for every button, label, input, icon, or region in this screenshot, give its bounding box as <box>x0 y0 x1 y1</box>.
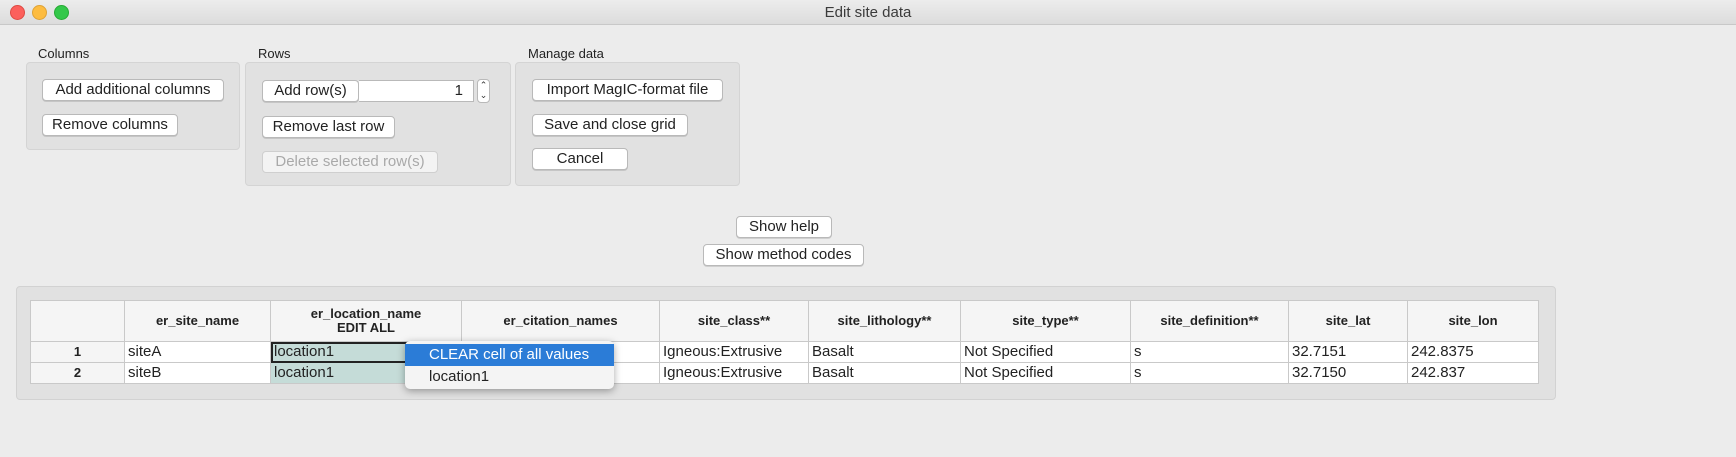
column-header-text: er_site_name <box>155 313 240 328</box>
grid-cell[interactable]: Basalt <box>808 341 961 363</box>
column-header-text: site_type** <box>1012 313 1079 328</box>
menu-item-location1[interactable]: location1 <box>405 366 614 388</box>
grid-cell[interactable]: 242.8375 <box>1407 341 1539 363</box>
grid-header-row: er_site_name er_location_name EDIT ALL er… <box>30 300 1539 342</box>
column-header-text: site_class** <box>697 313 771 328</box>
column-header-site-class[interactable]: site_class** <box>659 300 809 342</box>
column-header-site-lon[interactable]: site_lon <box>1407 300 1539 342</box>
column-header-er-site-name[interactable]: er_site_name <box>124 300 271 342</box>
grid-cell[interactable]: siteA <box>124 341 271 363</box>
stepper-down-icon[interactable]: ⌄ <box>478 90 489 100</box>
row-count-stepper[interactable]: ⌃ ⌄ <box>477 79 490 103</box>
save-and-close-button[interactable]: Save and close grid <box>532 114 688 136</box>
grid-cell[interactable]: Igneous:Extrusive <box>659 362 809 384</box>
column-header-text: site_lat <box>1325 313 1371 328</box>
stepper-up-icon[interactable]: ⌃ <box>478 80 489 90</box>
table-row: 2 siteB location1 Igneous:Extrusive Basa… <box>30 362 1539 384</box>
column-header-text: er_citation_names <box>503 313 618 328</box>
grid-cell[interactable]: s <box>1130 362 1289 384</box>
row-label[interactable]: 2 <box>30 362 125 384</box>
menu-item-clear-cell[interactable]: CLEAR cell of all values <box>405 344 614 366</box>
site-data-grid: er_site_name er_location_name EDIT ALL er… <box>30 300 1539 384</box>
grid-cell[interactable]: 32.7151 <box>1288 341 1408 363</box>
grid-cell[interactable]: Not Specified <box>960 362 1131 384</box>
cell-context-menu: CLEAR cell of all values location1 <box>405 341 614 389</box>
grid-cell[interactable]: siteB <box>124 362 271 384</box>
remove-last-row-button[interactable]: Remove last row <box>262 116 395 138</box>
edit-all-label[interactable]: EDIT ALL <box>337 320 395 335</box>
column-header-er-citation-names[interactable]: er_citation_names <box>461 300 660 342</box>
column-header-site-lithology[interactable]: site_lithology** <box>808 300 961 342</box>
row-label[interactable]: 1 <box>30 341 125 363</box>
column-header-text: site_lon <box>1448 313 1498 328</box>
column-header-site-definition[interactable]: site_definition** <box>1130 300 1289 342</box>
table-row: 1 siteA location1 Igneous:Extrusive Basa… <box>30 341 1539 363</box>
column-header-site-type[interactable]: site_type** <box>960 300 1131 342</box>
window-title: Edit site data <box>824 4 912 21</box>
column-header-text: er_location_name <box>310 306 422 321</box>
columns-group-label: Columns <box>38 46 90 61</box>
title-bar: Edit site data <box>0 0 1736 25</box>
grid-cell[interactable]: Not Specified <box>960 341 1131 363</box>
grid-cell[interactable]: Igneous:Extrusive <box>659 341 809 363</box>
column-header-site-lat[interactable]: site_lat <box>1288 300 1408 342</box>
import-magic-file-button[interactable]: Import MagIC-format file <box>532 79 723 101</box>
grid-cell[interactable]: 242.837 <box>1407 362 1539 384</box>
column-header-text: site_lithology** <box>837 313 932 328</box>
delete-selected-rows-button[interactable]: Delete selected row(s) <box>262 151 438 173</box>
row-label-corner[interactable] <box>30 300 125 342</box>
grid-cell[interactable]: Basalt <box>808 362 961 384</box>
columns-panel <box>26 62 240 150</box>
show-method-codes-button[interactable]: Show method codes <box>703 244 864 266</box>
add-columns-button[interactable]: Add additional columns <box>42 79 224 101</box>
show-help-button[interactable]: Show help <box>736 216 832 238</box>
rows-group-label: Rows <box>258 46 291 61</box>
grid-cell[interactable]: 32.7150 <box>1288 362 1408 384</box>
remove-columns-button[interactable]: Remove columns <box>42 114 178 136</box>
grid-cell[interactable]: s <box>1130 341 1289 363</box>
column-header-text: site_definition** <box>1160 313 1259 328</box>
cancel-button[interactable]: Cancel <box>532 148 628 170</box>
column-header-er-location-name[interactable]: er_location_name EDIT ALL <box>270 300 462 342</box>
row-count-input[interactable]: 1 <box>359 80 474 102</box>
add-rows-button[interactable]: Add row(s) <box>262 80 359 102</box>
manage-data-group-label: Manage data <box>528 46 604 61</box>
